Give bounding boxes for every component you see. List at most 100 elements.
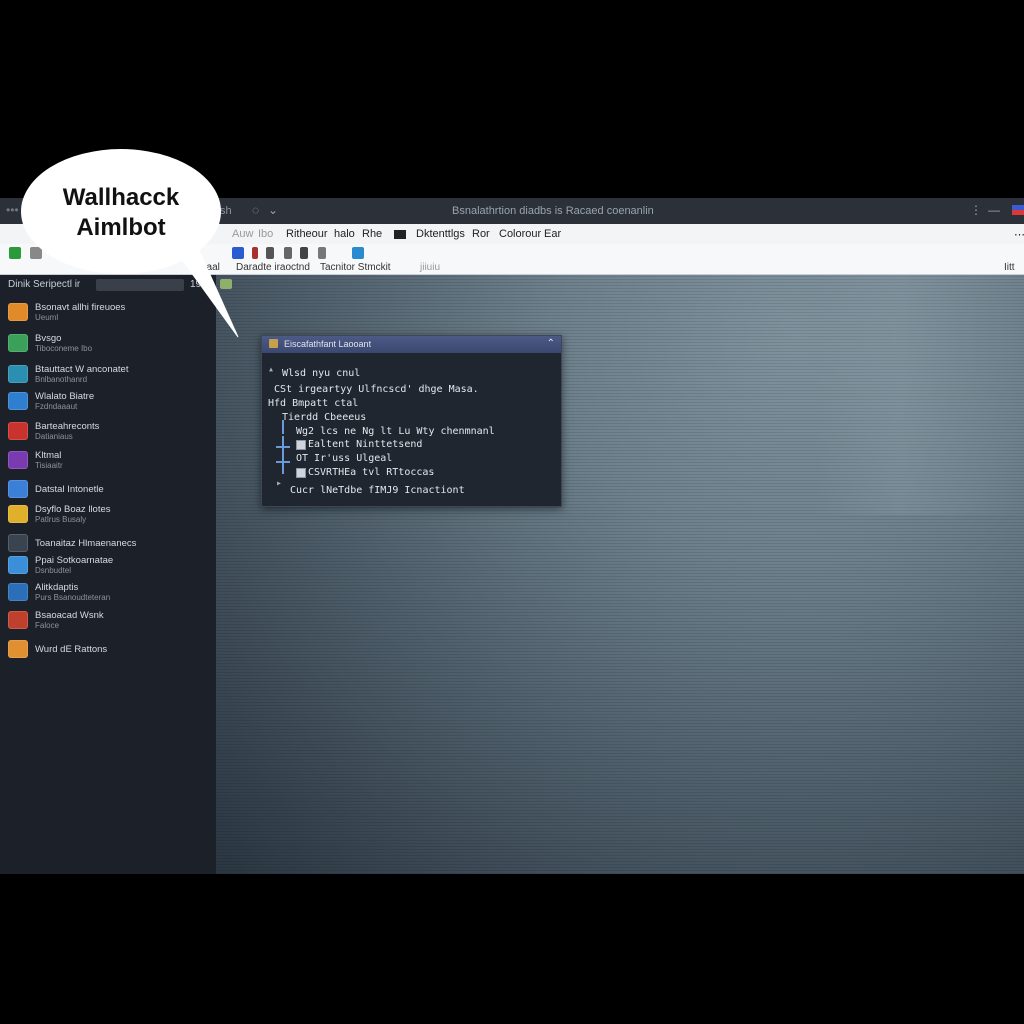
- toolbar-label-right[interactable]: Iitt: [1004, 262, 1015, 273]
- chevron-down-icon[interactable]: ⌄: [268, 203, 278, 217]
- sidebar-item[interactable]: Datstal Intonetle: [8, 477, 213, 503]
- tool-icon[interactable]: [266, 247, 274, 259]
- small-canvas-icon: [220, 279, 232, 289]
- toolbar-label[interactable]: Tacnitor Stmckit: [320, 262, 391, 273]
- menu-overflow-icon[interactable]: ⋯: [1014, 228, 1024, 241]
- globe-icon: [8, 583, 28, 601]
- dialog-line: Tierdd Cbeeeus: [282, 412, 367, 423]
- window-dots-icon[interactable]: •••: [6, 203, 19, 217]
- sidebar-item-label: Dsyflo Boaz llotes: [35, 504, 111, 515]
- menu-item[interactable]: halo: [334, 228, 355, 240]
- toolbar-label[interactable]: Jaaal: [196, 262, 220, 273]
- tool-icon[interactable]: [252, 247, 258, 259]
- blue-app-icon: [8, 392, 28, 410]
- green-flag-icon[interactable]: [9, 247, 21, 259]
- menu-item[interactable]: Auw: [232, 228, 253, 240]
- tool-icon[interactable]: [318, 247, 326, 259]
- sidebar-item-label: Ppai Sotkoarnatae: [35, 555, 114, 566]
- sidebar-item[interactable]: Btauttact W anconatet Bnlbanothanrd: [8, 362, 213, 388]
- purple-app-icon: [8, 451, 28, 469]
- sidebar-item-label: Toanaitaz Hlmaenanecs: [35, 538, 137, 549]
- tool-icon[interactable]: [352, 247, 364, 259]
- sidebar-item[interactable]: Bsonavt allhi fireuoes Ueuml: [8, 300, 213, 326]
- minimize-button[interactable]: —: [988, 203, 1000, 217]
- sidebar-item-sublabel: Patlrus Busaly: [35, 515, 87, 524]
- sidebar-item[interactable]: Barteahreconts Datianiaus: [8, 419, 213, 445]
- dialog-line: OT Ir'uss Ulgeal: [296, 453, 393, 464]
- sidebar-count: 190: [190, 279, 207, 290]
- menu-item[interactable]: Ror: [472, 228, 490, 240]
- checkbox[interactable]: [296, 468, 306, 478]
- blue-green-app-icon: [8, 365, 28, 383]
- menu-item[interactable]: Rhe: [362, 228, 382, 240]
- sidebar-item-sublabel: Faloce: [35, 621, 60, 630]
- orange-folder-icon: [8, 640, 28, 658]
- sidebar-item[interactable]: Wlalato Biatre Fzdndaaaut: [8, 389, 213, 415]
- menu-item[interactable]: Ibo: [258, 228, 273, 240]
- bubble-line-2: Aimlbot: [76, 214, 166, 241]
- sidebar-item-label: Wurd dE Rattons: [35, 644, 108, 655]
- sidebar-item-label: Datstal Intonetle: [35, 484, 104, 495]
- sidebar-item-sublabel: Tiboconeme Ibo: [35, 344, 93, 353]
- tool-icon[interactable]: [300, 247, 308, 259]
- tree-line: [282, 436, 284, 474]
- sidebar-item-label: Btauttact W anconatet: [35, 364, 129, 375]
- dialog-line: Hfd Bmpatt ctal: [268, 398, 359, 409]
- dialog-line: CSVRTHEa tvl RTtoccas: [308, 467, 435, 478]
- sidebar-item-sublabel: Tisiaaitr: [35, 461, 63, 470]
- sidebar-item-sublabel: Datianiaus: [35, 432, 73, 441]
- sidebar-item-label: Kltmal: [35, 450, 62, 461]
- tool-icon[interactable]: [284, 247, 292, 259]
- window-title: Bsnalathrtion diadbs is Racaed coenanlin: [452, 205, 654, 217]
- tree-line: [276, 461, 290, 463]
- tree-line: [276, 446, 290, 448]
- sidebar-item-label: Barteahreconts: [35, 421, 100, 432]
- sidebar-search-field[interactable]: [96, 279, 184, 291]
- circle-icon[interactable]: ◌: [252, 203, 259, 217]
- dialog-line: Cucr lNeTdbe fIMJ9 Icnactiont: [290, 485, 465, 496]
- red-app-icon: [8, 422, 28, 440]
- sidebar-item-sublabel: Ueuml: [35, 313, 59, 322]
- menu-item[interactable]: Ritheour: [286, 228, 328, 240]
- sidebar-item-label: Bsaoacad Wsnk: [35, 610, 104, 621]
- checkbox[interactable]: [296, 440, 306, 450]
- sidebar-item-sublabel: Fzdndaaaut: [35, 402, 78, 411]
- dialog-line: Wg2 lcs ne Ng lt Lu Wty chenmnanl: [296, 426, 495, 437]
- speech-bubble-text: Wallhacck Aimlbot: [21, 183, 221, 243]
- expand-arrow-icon[interactable]: ▸: [276, 478, 282, 489]
- menu-item[interactable]: Colorour: [499, 228, 541, 240]
- cheat-dialog: Eiscafathfant Laooant ⌃ ▴ Wlsd nyu cnul …: [261, 335, 562, 507]
- sidebar-item[interactable]: Kltmal Tisiaaitr: [8, 448, 213, 474]
- sidebar-item-sublabel: Purs Bsanoudteteran: [35, 593, 111, 602]
- sidebar-item-label: Bvsgo: [35, 333, 62, 344]
- dialog-app-icon: [269, 339, 278, 348]
- menu-icon[interactable]: ⋮: [970, 203, 982, 217]
- sidebar-item-sublabel: Bnlbanothanrd: [35, 375, 88, 384]
- sidebar: Dinik Seripectl ir 190 Bsonavt allhi fir…: [0, 275, 216, 874]
- red-tools-icon: [8, 611, 28, 629]
- sidebar-item-label: Alitkdaptis: [35, 582, 79, 593]
- sidebar-item[interactable]: Alitkdaptis Purs Bsanoudteteran: [8, 580, 213, 606]
- dialog-line: CSt irgeartyy Ulfncscd' dhge Masa.: [274, 384, 479, 395]
- sidebar-header: Dinik Seripectl ir: [8, 279, 81, 290]
- sidebar-item[interactable]: Ppai Sotkoarnatae Dsnbudtel: [8, 553, 213, 579]
- blue-square-icon[interactable]: [232, 247, 244, 259]
- dialog-line: Wlsd nyu cnul: [282, 368, 361, 379]
- menu-flag-icon: [394, 230, 406, 239]
- sidebar-item-label: Bsonavt allhi fireuoes: [35, 302, 126, 313]
- toolbar-label[interactable]: jiiuiu: [420, 262, 440, 273]
- sidebar-item[interactable]: Bsaoacad Wsnk Faloce: [8, 608, 213, 634]
- orange-app-icon: [8, 303, 28, 321]
- title-left-text: sh: [220, 205, 232, 217]
- menu-item[interactable]: Ear: [544, 228, 561, 240]
- sidebar-item[interactable]: Dsyflo Boaz llotes Patlrus Busaly: [8, 502, 213, 528]
- close-icon[interactable]: ⌃: [547, 338, 555, 349]
- light-glow: [816, 275, 1024, 515]
- toolbar-label[interactable]: Daradte iraoctnd: [236, 262, 310, 273]
- cloud-icon: [8, 556, 28, 574]
- bullet: ▴: [268, 364, 275, 375]
- menu-item[interactable]: Dktenttlgs: [416, 228, 465, 240]
- sidebar-item[interactable]: Wurd dE Rattons: [8, 637, 213, 663]
- bubble-line-1: Wallhacck: [62, 184, 180, 211]
- sidebar-item[interactable]: Bvsgo Tiboconeme Ibo: [8, 331, 213, 357]
